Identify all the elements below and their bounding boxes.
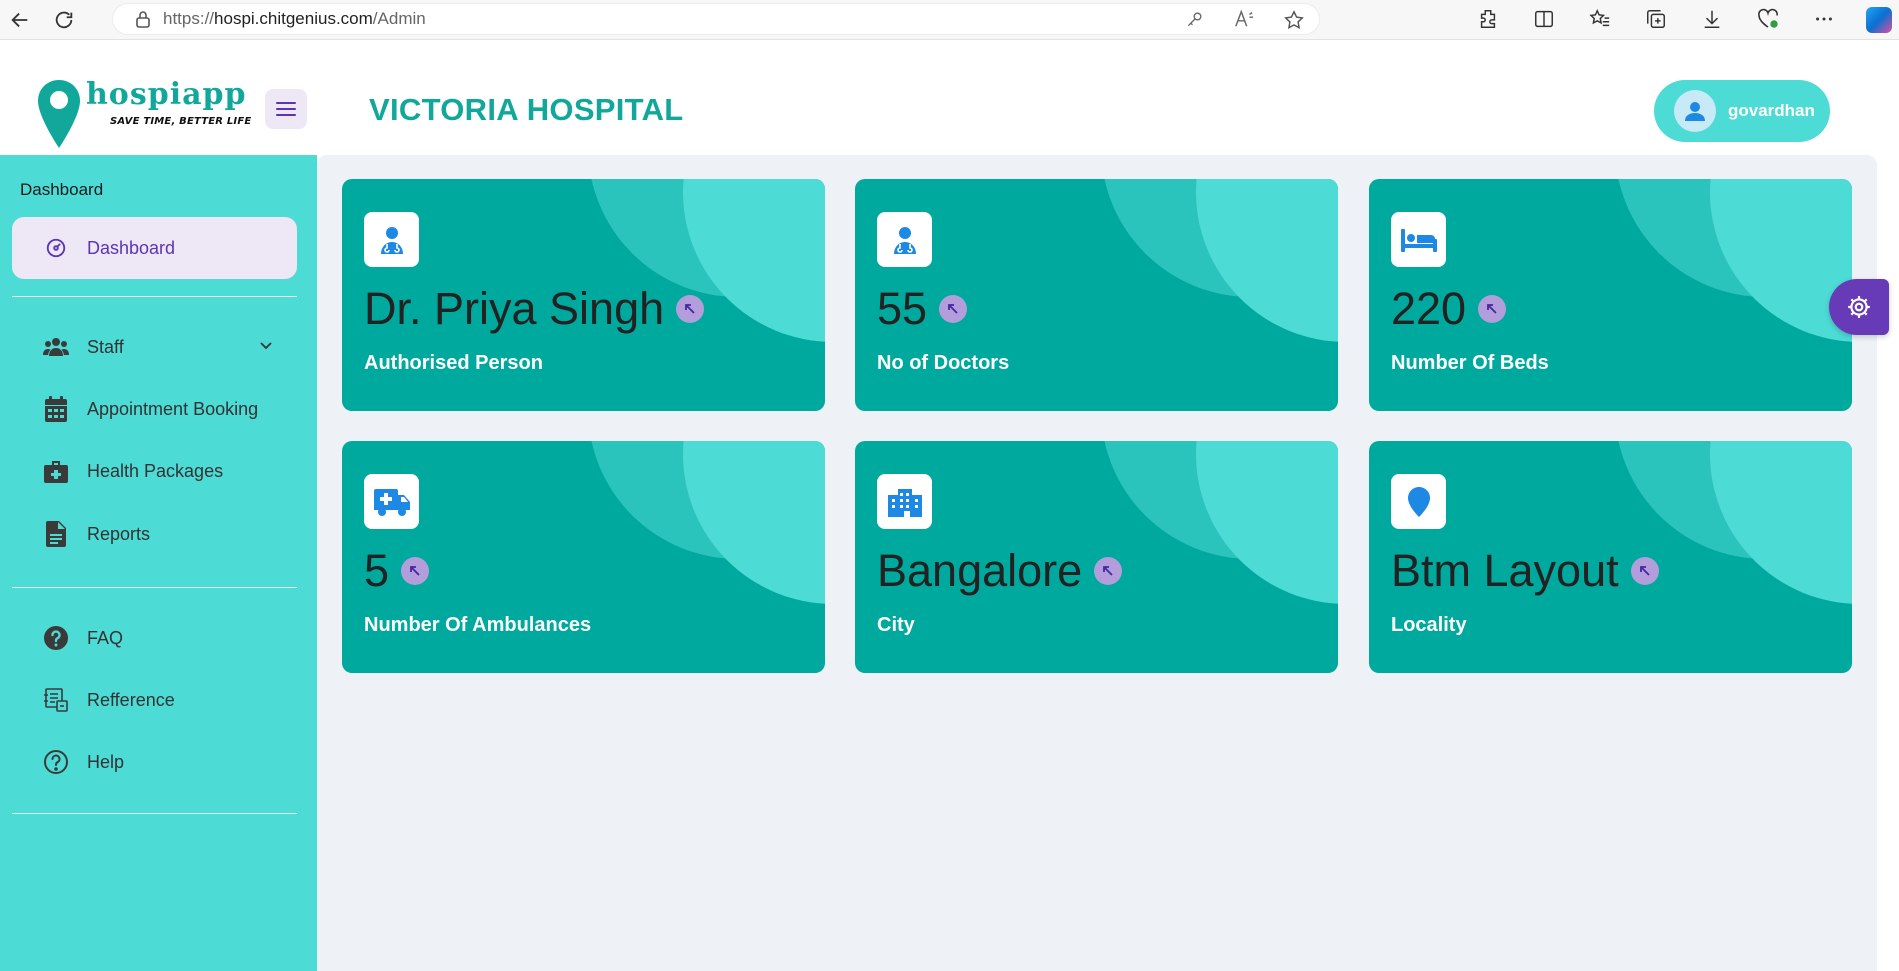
medical-kit-icon xyxy=(41,456,71,486)
sidebar-item-label: Reports xyxy=(87,523,151,544)
browser-essentials-icon[interactable] xyxy=(1755,6,1781,32)
card-value: Dr. Priya Singh xyxy=(364,283,665,334)
ambulance-icon xyxy=(364,474,419,529)
card-label: Number Of Beds xyxy=(1391,352,1549,374)
sidebar-item-label: Staff xyxy=(87,336,124,357)
sidebar-divider xyxy=(12,813,297,814)
download-icon[interactable] xyxy=(1699,6,1725,32)
sidebar-item-label: Health Packages xyxy=(87,460,224,481)
user-avatar-icon xyxy=(1674,90,1716,132)
sidebar-item-label: Appointment Booking xyxy=(87,398,259,419)
arrow-up-left-icon xyxy=(1630,557,1659,585)
sidebar-item-dashboard[interactable]: Dashboard xyxy=(12,217,297,279)
dashboard-main: Dr. Priya Singh Authorised Person 55 No … xyxy=(317,155,1877,971)
arrow-up-left-icon xyxy=(1478,295,1507,323)
arrow-up-left-icon xyxy=(1094,557,1123,585)
sidebar-item-faq[interactable]: FAQ xyxy=(12,607,297,669)
city-building-icon xyxy=(877,474,932,529)
card-value: Bangalore xyxy=(877,545,1083,596)
arrow-up-left-icon xyxy=(401,557,430,585)
card-label: No of Doctors xyxy=(877,352,1010,374)
card-value: 55 xyxy=(877,283,928,334)
card-value: Btm Layout xyxy=(1391,545,1619,596)
settings-button[interactable] xyxy=(1829,279,1889,335)
sidebar-item-appointment-booking[interactable]: Appointment Booking xyxy=(12,378,297,440)
collections-icon[interactable] xyxy=(1643,6,1669,32)
card-number-of-ambulances: 5 Number Of Ambulances xyxy=(342,441,825,673)
people-icon xyxy=(41,332,71,362)
sidebar-item-health-packages[interactable]: Health Packages xyxy=(12,440,297,502)
key-icon[interactable] xyxy=(1185,9,1205,36)
sidebar-item-label: FAQ xyxy=(87,627,124,648)
location-pin-icon xyxy=(1391,474,1446,529)
card-no-of-doctors: 55 No of Doctors xyxy=(855,179,1338,411)
logo-tagline: SAVE TIME, BETTER LIFE xyxy=(110,116,252,127)
document-icon xyxy=(41,519,71,549)
card-value: 5 xyxy=(364,545,390,596)
app-header: hospiapp SAVE TIME, BETTER LIFE VICTORIA… xyxy=(0,40,1899,155)
card-value: 220 xyxy=(1391,283,1467,334)
card-label: City xyxy=(877,614,915,636)
back-arrow-icon[interactable] xyxy=(6,6,34,34)
logo-name: hospiapp xyxy=(86,77,247,112)
gear-icon xyxy=(1848,296,1870,318)
arrow-up-left-icon xyxy=(939,295,968,323)
sidebar: Dashboard Dashboard Staff Appointment Bo… xyxy=(0,155,317,971)
hospital-title: VICTORIA HOSPITAL xyxy=(369,92,684,127)
bed-icon xyxy=(1391,212,1446,267)
calendar-icon xyxy=(41,394,71,424)
sidebar-item-staff[interactable]: Staff xyxy=(12,316,297,378)
read-aloud-icon[interactable] xyxy=(1233,9,1255,36)
user-name: govardhan xyxy=(1728,101,1815,120)
refresh-icon[interactable] xyxy=(50,6,78,34)
sidebar-divider xyxy=(12,587,297,588)
card-number-of-beds: 220 Number Of Beds xyxy=(1369,179,1852,411)
help-circle-icon xyxy=(41,747,71,777)
sidebar-item-refference[interactable]: Refference xyxy=(12,669,297,731)
url-text: https://hospi.chitgenius.com/Admin xyxy=(163,9,426,28)
hospiapp-logo[interactable]: hospiapp SAVE TIME, BETTER LIFE xyxy=(36,78,251,150)
address-bar[interactable]: https://hospi.chitgenius.com/Admin xyxy=(112,3,1320,35)
lock-icon[interactable] xyxy=(135,10,151,28)
sidebar-item-label: Refference xyxy=(87,689,175,710)
question-circle-icon xyxy=(41,623,71,653)
favorite-star-icon[interactable] xyxy=(1283,9,1305,36)
split-screen-icon[interactable] xyxy=(1531,6,1557,32)
sidebar-section-title: Dashboard xyxy=(20,180,104,199)
logo-pin-icon xyxy=(38,80,80,148)
more-options-icon[interactable] xyxy=(1811,6,1837,32)
reference-list-icon xyxy=(41,685,71,715)
extensions-icon[interactable] xyxy=(1475,6,1501,32)
copilot-icon[interactable] xyxy=(1866,7,1892,33)
card-locality: Btm Layout Locality xyxy=(1369,441,1852,673)
arrow-up-left-icon xyxy=(676,295,705,323)
browser-toolbar: https://hospi.chitgenius.com/Admin xyxy=(0,0,1899,40)
card-label: Locality xyxy=(1391,614,1467,636)
sidebar-item-help[interactable]: Help xyxy=(12,731,297,793)
sidebar-item-label: Dashboard xyxy=(87,237,176,258)
favorites-list-icon[interactable] xyxy=(1587,6,1613,32)
sidebar-item-reports[interactable]: Reports xyxy=(12,503,297,565)
dashboard-gauge-icon xyxy=(41,233,71,263)
card-label: Number Of Ambulances xyxy=(364,614,592,636)
card-label: Authorised Person xyxy=(364,352,543,374)
hamburger-menu-icon xyxy=(276,102,296,116)
sidebar-item-label: Help xyxy=(87,751,125,772)
user-profile-button[interactable]: govardhan xyxy=(1654,80,1830,142)
card-authorised-person: Dr. Priya Singh Authorised Person xyxy=(342,179,825,411)
card-city: Bangalore City xyxy=(855,441,1338,673)
doctor-icon xyxy=(877,212,932,267)
sidebar-divider xyxy=(12,296,297,297)
menu-toggle-button[interactable] xyxy=(265,89,307,129)
doctor-icon xyxy=(364,212,419,267)
chevron-down-icon[interactable] xyxy=(259,338,273,357)
